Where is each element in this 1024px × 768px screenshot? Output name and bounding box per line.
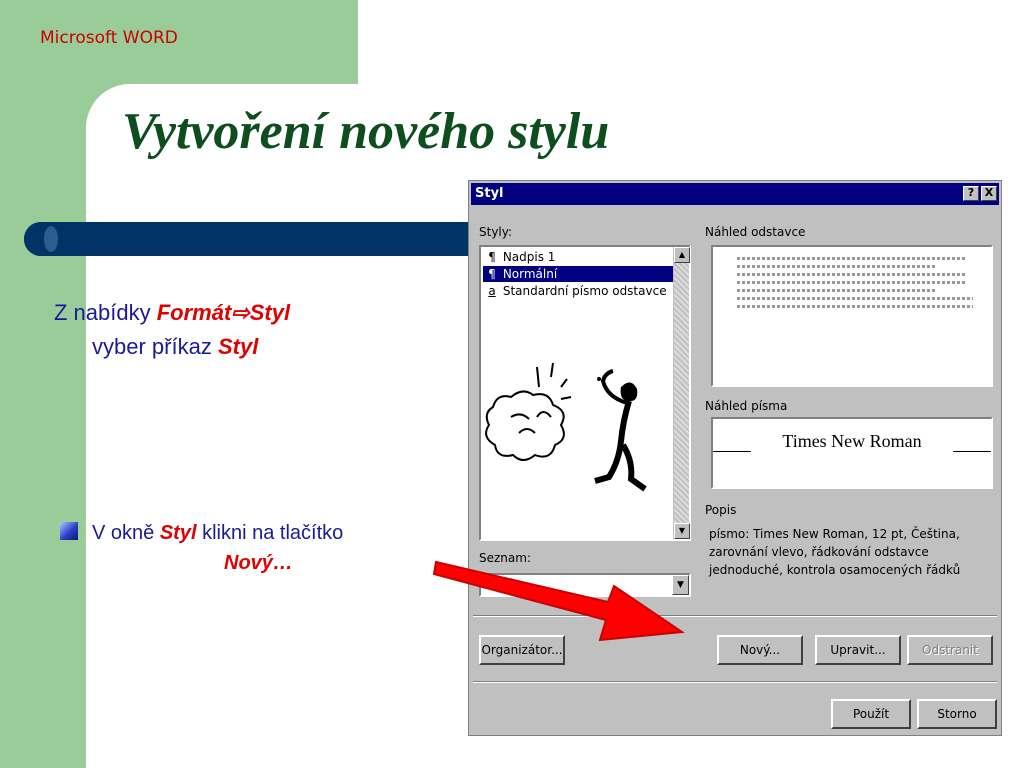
- font-preview: Times New Roman: [711, 417, 993, 489]
- paragraph-mark-icon: ¶: [488, 267, 496, 281]
- help-button[interactable]: ?: [963, 186, 979, 201]
- style-dialog: Styl ? X Styly: ¶ Nadpis 1 ¶ Normální a …: [468, 180, 1002, 736]
- bullet-prefix: V okně: [92, 522, 155, 544]
- title-band-highlight: [44, 226, 58, 252]
- list-item[interactable]: ¶ Nadpis 1: [483, 249, 555, 265]
- bullet-middle: klikni na tlačítko: [202, 522, 344, 544]
- list-item-label: Normální: [502, 267, 558, 281]
- new-style-button[interactable]: Nový...: [717, 635, 803, 665]
- menu-style: Styl: [249, 300, 291, 325]
- brand-label: Microsoft WORD: [40, 28, 178, 48]
- title-band: [24, 222, 484, 256]
- paragraph-mark-icon: ¶: [488, 250, 496, 264]
- bullet-square-icon: [60, 522, 78, 540]
- dialog-title: Styl: [475, 186, 504, 201]
- list-item-label: Standardní písmo odstavce: [502, 284, 667, 298]
- apply-button[interactable]: Použít: [831, 699, 911, 729]
- slide-title: Vytvoření nového stylu: [122, 103, 610, 160]
- instruction-prefix: Z nabídky: [54, 300, 151, 325]
- list-item-label: Nadpis 1: [502, 250, 556, 264]
- bullet-button-name: Nový…: [224, 552, 293, 574]
- styles-label: Styly:: [479, 225, 513, 239]
- list-item-selected[interactable]: ¶ Normální: [483, 266, 673, 282]
- delete-button: Odstranit: [907, 635, 993, 665]
- thinking-person-clipart: [485, 362, 647, 492]
- dialog-titlebar[interactable]: Styl ? X: [471, 183, 999, 205]
- command-style: Styl: [217, 334, 259, 359]
- scroll-up-icon[interactable]: ▲: [674, 247, 690, 263]
- paragraph-preview-label: Náhled odstavce: [705, 225, 806, 239]
- cancel-button[interactable]: Storno: [917, 699, 997, 729]
- menu-format: Formát: [156, 300, 232, 325]
- menu-arrow-icon: ⇨: [231, 300, 250, 325]
- font-preview-text: Times New Roman: [782, 431, 922, 451]
- instruction-text: Z nabídky Formát⇨Styl vyber příkaz Styl: [54, 296, 290, 364]
- red-pointer-arrow-icon: [432, 560, 685, 642]
- bullet-window-name: Styl: [159, 522, 197, 544]
- instruction-line2: vyber příkaz: [92, 334, 212, 359]
- description-label: Popis: [705, 503, 737, 517]
- list-item[interactable]: a Standardní písmo odstavce: [483, 283, 667, 299]
- bullet-text: V okně Styl klikni na tlačítko Nový…: [92, 518, 343, 578]
- description-text: písmo: Times New Roman, 12 pt, Čeština, …: [709, 527, 961, 577]
- modify-button[interactable]: Upravit...: [815, 635, 901, 665]
- character-style-icon: a: [488, 284, 496, 298]
- paragraph-preview: [711, 245, 993, 387]
- separator: [473, 681, 997, 683]
- scroll-down-icon[interactable]: ▼: [674, 523, 690, 539]
- styles-scrollbar[interactable]: ▲ ▼: [673, 247, 690, 539]
- font-preview-label: Náhled písma: [705, 399, 788, 413]
- close-button[interactable]: X: [981, 186, 997, 201]
